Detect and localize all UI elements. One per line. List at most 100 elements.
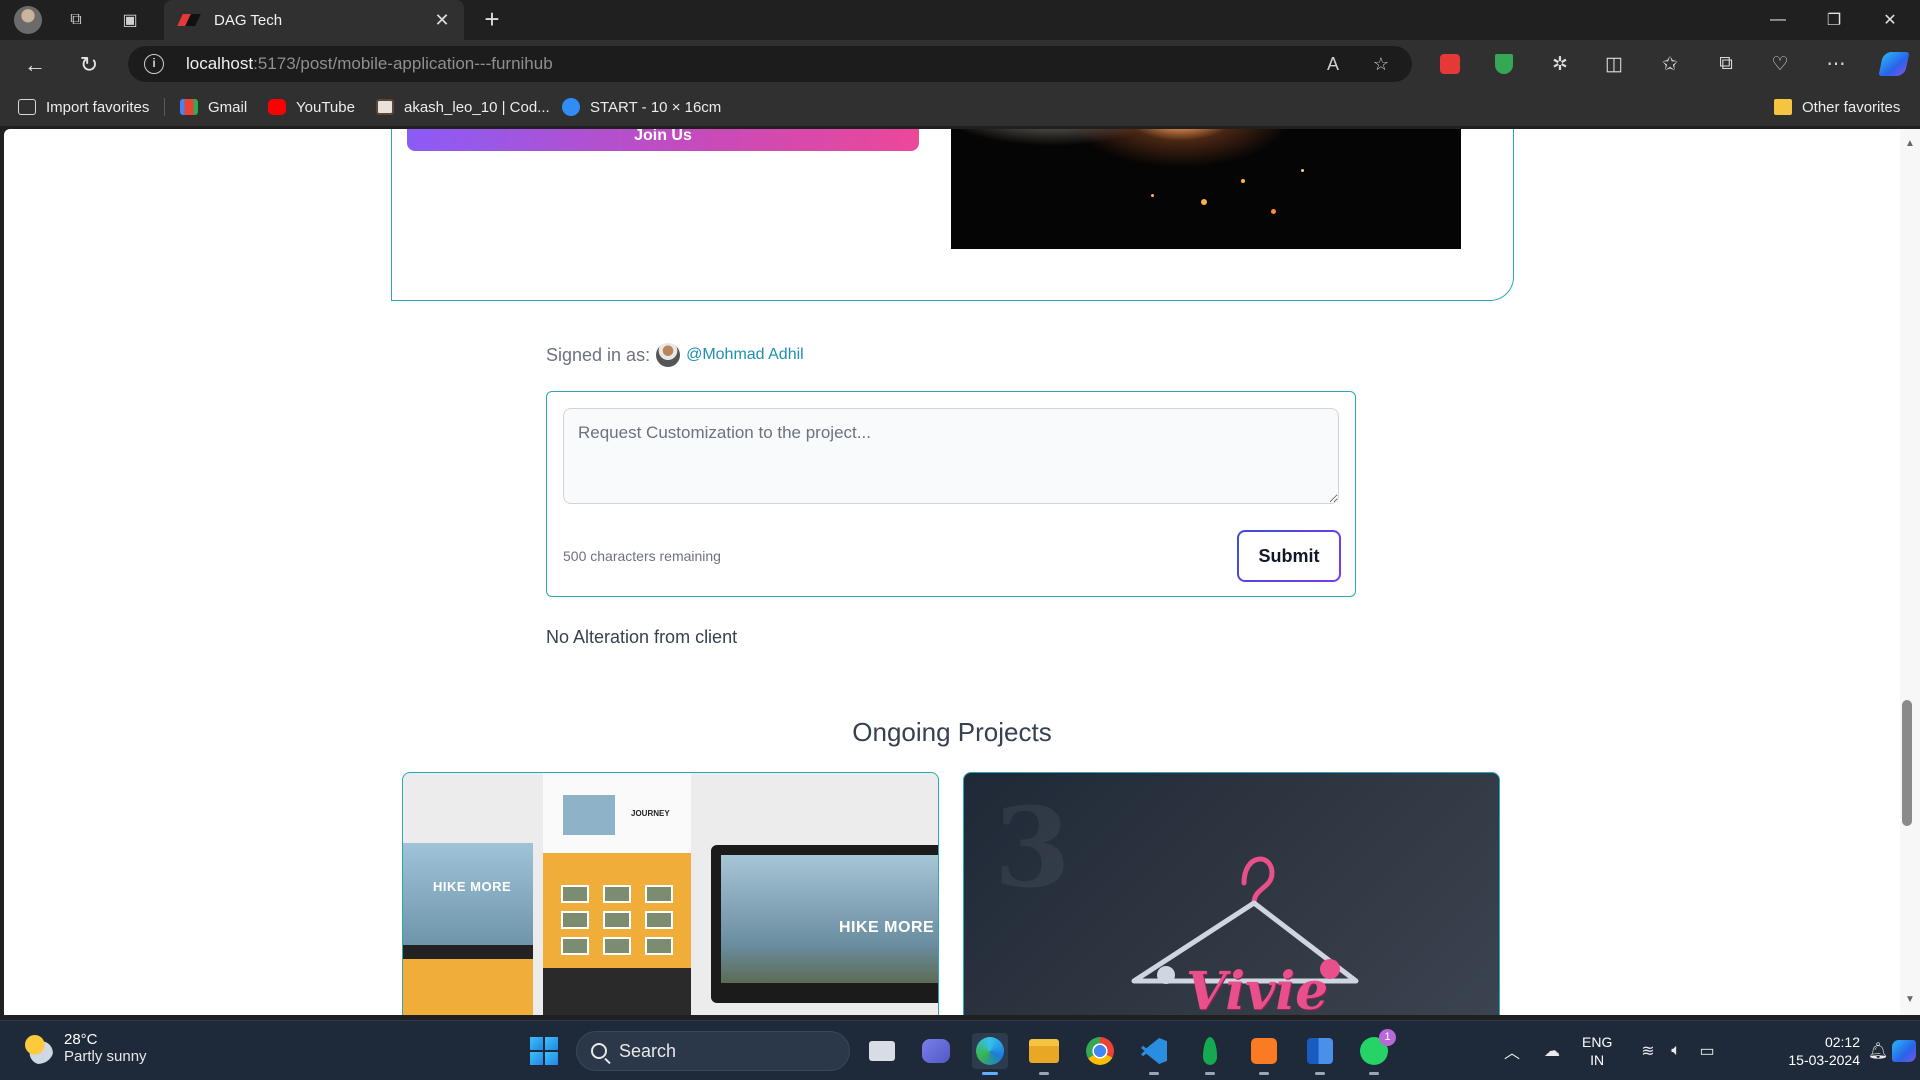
word-icon	[1307, 1038, 1333, 1064]
page-viewport: Join Us Signed in as: @Mohmad Adhil 500 …	[4, 129, 1900, 1015]
extension-shield-icon[interactable]	[1490, 50, 1518, 78]
copilot-icon[interactable]	[1878, 50, 1910, 78]
codechef-icon	[376, 99, 394, 115]
handshake-hero-image	[951, 129, 1461, 249]
vivie-brand-text: Vivie	[1186, 961, 1329, 1015]
scroll-up-arrow-icon[interactable]: ▲	[1905, 138, 1915, 149]
volume-icon[interactable]: 🔈︎	[1664, 1021, 1688, 1080]
refresh-icon[interactable]: ↻	[74, 50, 104, 80]
word-app[interactable]	[1302, 1033, 1338, 1075]
mockup-phone-middle: JOURNEY	[543, 773, 691, 1015]
copilot-taskbar-icon[interactable]	[1890, 1021, 1918, 1080]
search-icon	[591, 1043, 607, 1059]
more-options-icon[interactable]: ⋯	[1822, 50, 1850, 78]
mongodb-app[interactable]	[1192, 1033, 1228, 1075]
copilot-logo-icon	[1892, 1040, 1916, 1062]
join-us-label: Join Us	[634, 129, 692, 144]
whatsapp-app[interactable]: 1	[1356, 1029, 1396, 1075]
tab-actions-icon[interactable]: ▣	[116, 6, 144, 34]
extension-red-icon[interactable]	[1436, 50, 1464, 78]
page-scrollbar[interactable]	[1900, 129, 1920, 1015]
no-alteration-text: No Alteration from client	[546, 627, 738, 647]
notifications-bell-icon[interactable]: 🔔︎	[1868, 1021, 1888, 1080]
search-label: Search	[619, 1040, 677, 1061]
bookmark-codechef[interactable]: akash_leo_10 | Cod...	[376, 97, 550, 117]
weather-widget[interactable]: 28°C Partly sunny	[22, 1031, 147, 1065]
show-hidden-icons-chevron-icon[interactable]: ︿	[1500, 1021, 1524, 1080]
youtube-icon	[268, 99, 286, 115]
signed-in-info: Signed in as: @Mohmad Adhil	[546, 343, 804, 367]
characters-remaining: 500 characters remaining	[563, 548, 721, 564]
onedrive-cloud-icon[interactable]: ☁	[1538, 1021, 1566, 1080]
folder-icon	[1029, 1039, 1059, 1063]
browser-toolbar: ← ↻ i localhost:5173/post/mobile-applica…	[0, 40, 1920, 88]
battery-icon[interactable]: ▭	[1694, 1021, 1720, 1080]
split-screen-icon[interactable]: ◫	[1600, 50, 1628, 78]
notification-badge: 1	[1379, 1029, 1396, 1046]
close-window-button[interactable]: ✕	[1860, 0, 1920, 40]
bookmark-label: Gmail	[208, 98, 248, 116]
address-bar[interactable]: i localhost:5173/post/mobile-application…	[128, 46, 1412, 82]
submit-button[interactable]: Submit	[1237, 530, 1341, 582]
customization-form: 500 characters remaining Submit	[546, 391, 1356, 597]
favorites-icon[interactable]: ✩	[1656, 50, 1684, 78]
customization-textarea[interactable]	[563, 408, 1339, 504]
wifi-icon[interactable]: ≋	[1636, 1021, 1660, 1080]
close-tab-icon[interactable]: ✕	[432, 10, 452, 30]
canva-icon	[562, 98, 580, 116]
edge-app[interactable]	[972, 1033, 1008, 1075]
windows-logo-icon	[530, 1037, 558, 1065]
vscode-app[interactable]	[1136, 1033, 1172, 1075]
bookmark-label: START - 10 × 16cm	[590, 98, 722, 116]
restore-button[interactable]: ❐	[1804, 0, 1864, 40]
username-link[interactable]: @Mohmad Adhil	[686, 346, 804, 364]
address-url[interactable]: localhost:5173/post/mobile-application--…	[186, 54, 553, 74]
back-arrow-icon[interactable]: ←	[20, 50, 50, 80]
scrollbar-thumb[interactable]	[1902, 700, 1912, 826]
journey-text: JOURNEY	[631, 809, 670, 818]
task-view-button[interactable]	[864, 1033, 900, 1069]
browser-tab[interactable]: DAG Tech ✕	[164, 0, 464, 40]
background-texture: 3	[994, 783, 1071, 912]
favorite-star-icon[interactable]: ☆	[1370, 53, 1392, 75]
bookmark-label: akash_leo_10 | Cod...	[404, 98, 550, 116]
site-info-icon[interactable]: i	[144, 54, 164, 74]
workspaces-icon[interactable]: ⧉	[62, 6, 90, 34]
extensions-puzzle-icon[interactable]: ✲	[1546, 50, 1574, 78]
ongoing-project-card-vivie[interactable]: 3 Vivie	[963, 772, 1500, 1015]
other-favorites-folder[interactable]: Other favorites	[1774, 97, 1900, 117]
new-tab-button[interactable]: +	[478, 6, 506, 34]
partly-sunny-icon	[22, 1032, 54, 1064]
teams-meet-app[interactable]	[918, 1033, 954, 1069]
bookmark-import-favorites[interactable]: Import favorites	[18, 97, 149, 117]
signed-in-label: Signed in as:	[546, 344, 651, 365]
language-code: ENG	[1582, 1034, 1613, 1050]
hike-more-text-small: HIKE MORE	[433, 879, 512, 894]
minimize-button[interactable]: —	[1748, 0, 1808, 40]
xampp-app[interactable]	[1246, 1033, 1282, 1075]
join-us-button[interactable]: Join Us	[407, 129, 919, 151]
scroll-down-arrow-icon[interactable]: ▼	[1905, 994, 1915, 1005]
start-button[interactable]	[526, 1033, 562, 1069]
user-avatar	[656, 343, 681, 367]
chrome-app[interactable]	[1082, 1033, 1118, 1069]
browser-essentials-icon[interactable]: ♡	[1766, 50, 1794, 78]
collections-icon[interactable]: ⧉	[1712, 50, 1740, 78]
taskbar-search[interactable]: Search	[576, 1031, 850, 1071]
bookmark-youtube[interactable]: YouTube	[268, 97, 355, 117]
profile-avatar-icon[interactable]	[14, 6, 42, 34]
clock-date: 15-03-2024	[1788, 1052, 1860, 1068]
system-clock[interactable]: 02:12 15-03-2024	[1780, 1033, 1860, 1069]
mockup-phone-left: HIKE MORE	[403, 843, 533, 1015]
windows-taskbar: 28°C Partly sunny Search 1 ︿ ☁ ENG IN ≋ …	[0, 1020, 1920, 1080]
hike-more-text-large: HIKE MORE	[839, 919, 935, 936]
bookmark-gmail[interactable]: Gmail	[180, 97, 247, 117]
vscode-icon	[1141, 1038, 1167, 1064]
import-icon	[18, 99, 36, 115]
file-explorer-app[interactable]	[1026, 1033, 1062, 1075]
read-aloud-icon[interactable]: A	[1322, 53, 1344, 75]
bookmark-canva-start[interactable]: START - 10 × 16cm	[562, 97, 721, 117]
language-indicator[interactable]: ENG IN	[1582, 1033, 1612, 1069]
vivie-logo: Vivie	[1094, 833, 1394, 1015]
ongoing-project-card-hike[interactable]: HIKE MORE JOURNEY HIKE MORE	[402, 772, 939, 1015]
